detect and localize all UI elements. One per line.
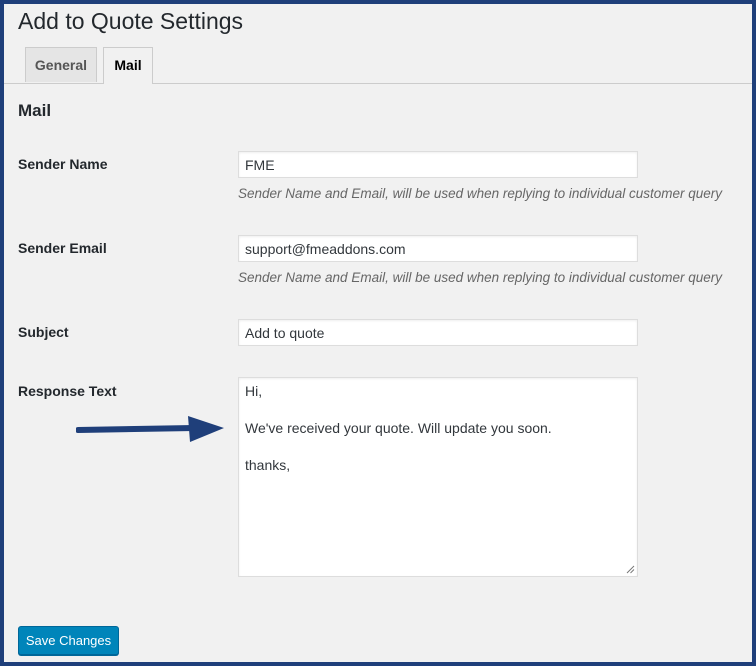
subject-label: Subject — [18, 324, 69, 340]
sender-name-description: Sender Name and Email, will be used when… — [238, 186, 723, 201]
response-text-line: Hi, — [245, 383, 263, 399]
response-text-textarea[interactable]: Hi, We've received your quote. Will upda… — [238, 377, 638, 577]
sender-email-description: Sender Name and Email, will be used when… — [238, 270, 723, 285]
response-text-label: Response Text — [18, 383, 117, 399]
response-text-line: We've received your quote. Will update y… — [245, 420, 552, 436]
section-title: Mail — [18, 101, 52, 120]
tab-general[interactable]: General — [25, 47, 97, 82]
sender-name-input[interactable] — [238, 151, 638, 178]
subject-input[interactable] — [238, 319, 638, 346]
sender-email-input[interactable] — [238, 235, 638, 262]
sender-email-label: Sender Email — [18, 240, 107, 256]
tab-bar: General Mail — [4, 47, 752, 84]
response-text-line: thanks, — [245, 457, 291, 473]
save-changes-button[interactable]: Save Changes — [18, 626, 119, 655]
response-text-line — [245, 438, 631, 457]
page-title: Add to Quote Settings — [18, 8, 244, 34]
arrow-right-icon — [76, 416, 224, 442]
tab-mail[interactable]: Mail — [103, 47, 153, 84]
sender-name-label: Sender Name — [18, 156, 108, 172]
response-text-line — [245, 401, 631, 420]
resize-handle-icon[interactable] — [626, 565, 635, 574]
